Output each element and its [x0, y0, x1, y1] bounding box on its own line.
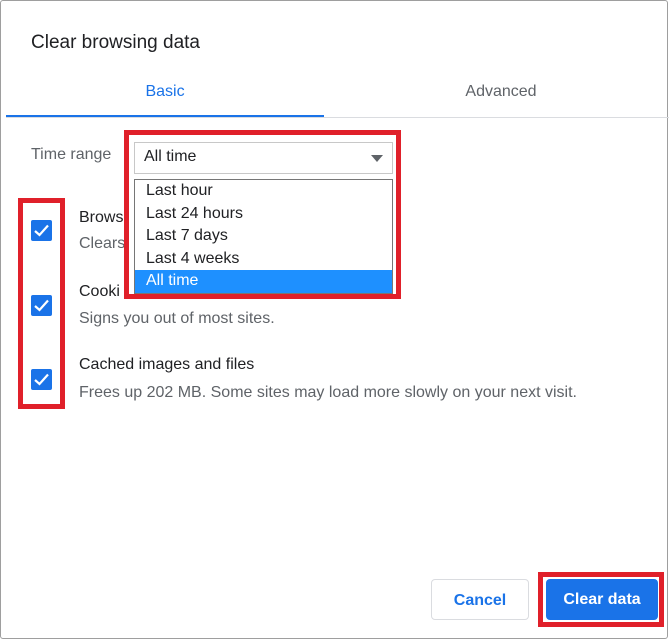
browsing-history-desc: Clears [79, 235, 126, 252]
dialog-title: Clear browsing data [31, 32, 200, 53]
highlight-box-dropdown [124, 130, 401, 299]
tab-bar: Basic Advanced [1, 71, 669, 119]
highlight-box-clear-button [538, 572, 664, 627]
browsing-history-title: Brows [79, 209, 124, 226]
highlight-box-checkboxes [18, 198, 65, 409]
cached-images-title: Cached images and files [79, 356, 255, 373]
cancel-button[interactable]: Cancel [431, 579, 529, 620]
cached-images-desc: Frees up 202 MB. Some sites may load mor… [79, 384, 577, 401]
tab-divider [6, 117, 669, 118]
clear-browsing-data-dialog: Clear browsing data Basic Advanced Time … [0, 0, 669, 639]
cookies-title: Cooki [79, 283, 120, 300]
tab-basic[interactable]: Basic [6, 71, 324, 117]
time-range-label: Time range [31, 146, 112, 163]
cookies-desc: Signs you out of most sites. [79, 310, 275, 327]
tab-advanced[interactable]: Advanced [336, 71, 666, 117]
